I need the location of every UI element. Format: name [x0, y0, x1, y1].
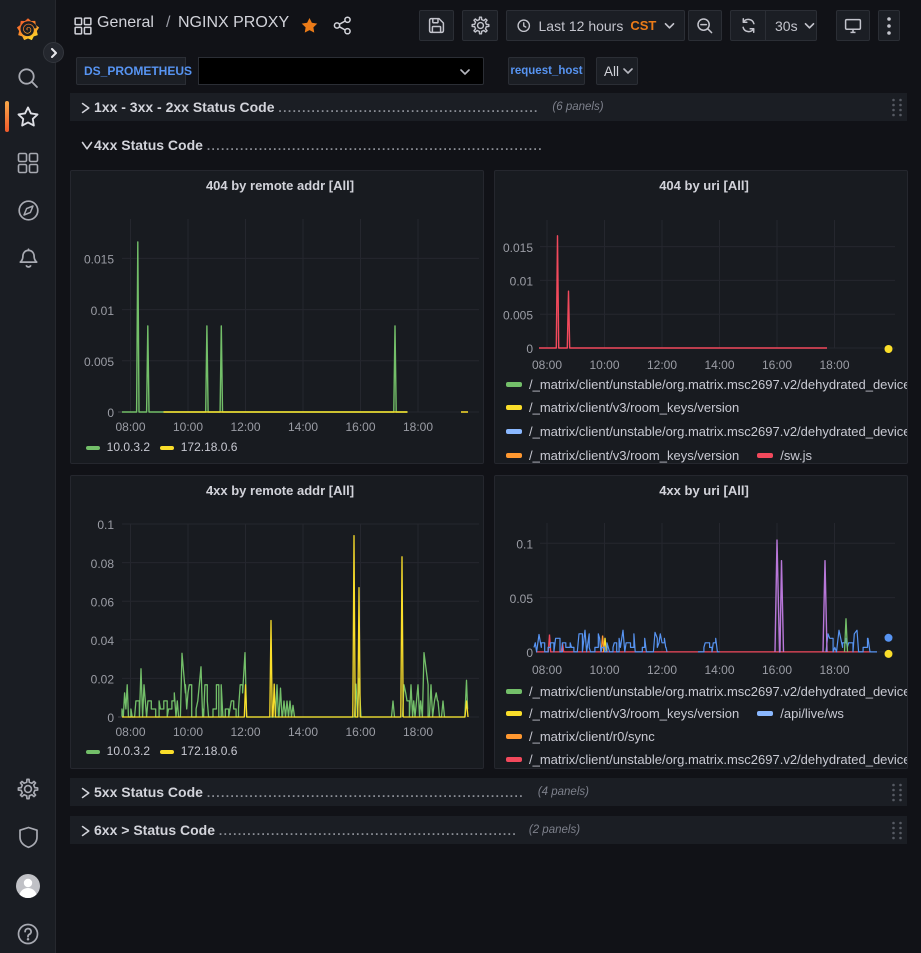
svg-text:16:00: 16:00 — [762, 663, 792, 677]
svg-text:10:00: 10:00 — [589, 663, 619, 677]
svg-text:0.01: 0.01 — [510, 275, 534, 289]
svg-text:16:00: 16:00 — [345, 420, 375, 434]
svg-text:16:00: 16:00 — [345, 725, 375, 739]
svg-text:0.005: 0.005 — [84, 355, 114, 369]
svg-text:08:00: 08:00 — [532, 358, 562, 372]
svg-text:14:00: 14:00 — [704, 663, 734, 677]
svg-text:0: 0 — [526, 342, 533, 356]
svg-text:0.05: 0.05 — [510, 592, 534, 606]
svg-text:18:00: 18:00 — [819, 663, 849, 677]
svg-text:08:00: 08:00 — [115, 420, 145, 434]
svg-text:0: 0 — [526, 646, 533, 660]
svg-text:18:00: 18:00 — [403, 725, 433, 739]
svg-text:12:00: 12:00 — [230, 420, 260, 434]
svg-text:0.1: 0.1 — [516, 538, 533, 552]
svg-text:14:00: 14:00 — [704, 358, 734, 372]
svg-text:0.01: 0.01 — [91, 304, 115, 318]
svg-text:0: 0 — [107, 711, 114, 725]
svg-text:10:00: 10:00 — [589, 358, 619, 372]
svg-text:08:00: 08:00 — [115, 725, 145, 739]
svg-text:0.04: 0.04 — [91, 634, 115, 648]
svg-text:12:00: 12:00 — [647, 358, 677, 372]
svg-text:0.06: 0.06 — [91, 595, 115, 609]
svg-text:0.1: 0.1 — [97, 518, 114, 532]
svg-text:14:00: 14:00 — [288, 420, 318, 434]
svg-text:0: 0 — [107, 406, 114, 420]
svg-text:12:00: 12:00 — [230, 725, 260, 739]
svg-text:12:00: 12:00 — [647, 663, 677, 677]
svg-text:14:00: 14:00 — [288, 725, 318, 739]
svg-text:0.015: 0.015 — [503, 241, 533, 255]
svg-text:18:00: 18:00 — [403, 420, 433, 434]
svg-text:16:00: 16:00 — [762, 358, 792, 372]
svg-text:0.015: 0.015 — [84, 253, 114, 267]
svg-text:0.005: 0.005 — [503, 308, 533, 322]
svg-text:18:00: 18:00 — [819, 358, 849, 372]
svg-text:10:00: 10:00 — [173, 725, 203, 739]
svg-text:10:00: 10:00 — [173, 420, 203, 434]
svg-text:0.08: 0.08 — [91, 557, 115, 571]
svg-text:08:00: 08:00 — [532, 663, 562, 677]
svg-text:0.02: 0.02 — [91, 673, 115, 687]
